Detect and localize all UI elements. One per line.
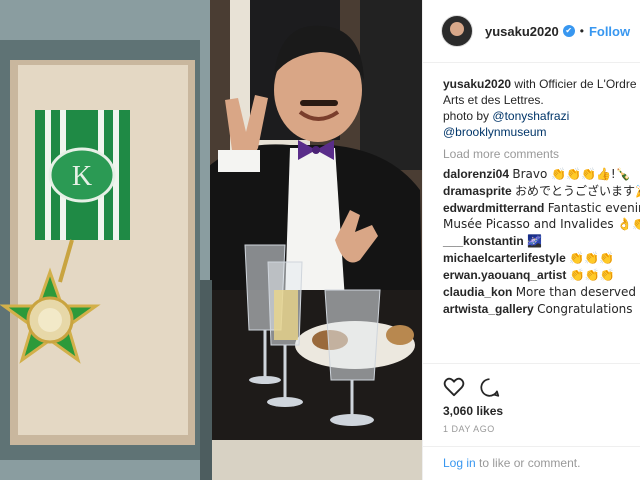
separator-dot: • (579, 24, 584, 38)
comment-username[interactable]: erwan.yaouanq_artist (443, 268, 566, 282)
comments-list: yusaku2020 with Officier de L'Ordre des … (443, 76, 640, 318)
comment-username[interactable]: claudia_kon (443, 285, 512, 299)
like-heart-icon[interactable] (443, 377, 465, 398)
photo-illustration: K (0, 0, 422, 480)
login-prompt-text: to like or comment. (479, 456, 581, 470)
comment-text: More than deserved 👏👏👏 (515, 285, 640, 299)
comment-text: Congratulations 🎖🎖 (537, 302, 640, 316)
post-timestamp: 1 DAY AGO (443, 424, 495, 434)
post-actions: 3,060 likes 1 DAY AGO Log in to like or … (423, 363, 640, 480)
caption-username[interactable]: yusaku2020 (443, 77, 511, 91)
comment-item: michaelcarterlifestyle 👏👏👏 (443, 250, 640, 266)
comment-item: dramasprite おめでとうございます🎉🍾 (443, 183, 640, 199)
comment-username[interactable]: michaelcarterlifestyle (443, 251, 566, 265)
caption-photo-by: photo by (443, 109, 490, 123)
mention-link[interactable]: @tonyshafrazi (492, 109, 569, 123)
comment-item: ___konstantin 🌌 (443, 233, 640, 249)
comment-username[interactable]: dramasprite (443, 184, 512, 198)
comment-username[interactable]: dalorenzi04 (443, 167, 509, 181)
login-prompt: Log in to like or comment. (423, 446, 640, 480)
comment-item: artwista_gallery Congratulations 🎖🎖 (443, 301, 640, 317)
comment-item: edwardmitterrand Fantastic evening at Mu… (443, 200, 640, 232)
comment-text: 👏👏👏 (569, 251, 614, 265)
comment-item: erwan.yaouanq_artist 👏👏👏 (443, 267, 640, 283)
comment-username[interactable]: artwista_gallery (443, 302, 534, 316)
post-caption: yusaku2020 with Officier de L'Ordre des … (443, 76, 640, 140)
comment-text: 👏👏👏 (569, 268, 615, 282)
verified-badge-icon: ✔ (562, 25, 575, 37)
comment-item: dalorenzi04 Bravo 👏👏👏👍!🍾 (443, 166, 640, 182)
post-photo: K (0, 0, 422, 480)
comment-text: おめでとうございます🎉🍾 (515, 184, 640, 198)
post-username[interactable]: yusaku2020 (485, 24, 559, 39)
comment-text: Bravo 👏👏👏👍!🍾 (512, 167, 631, 181)
comment-username[interactable]: edwardmitterrand (443, 201, 544, 215)
comment-item: claudia_kon More than deserved 👏👏👏 (443, 284, 640, 300)
comment-bubble-icon[interactable] (479, 377, 500, 398)
avatar[interactable] (441, 15, 473, 47)
comment-text: 🌌 (527, 234, 542, 248)
post-header: yusaku2020 ✔ • Follow (423, 0, 640, 63)
post-sidebar: yusaku2020 ✔ • Follow yusaku2020 with Of… (422, 0, 640, 480)
login-link[interactable]: Log in (443, 456, 476, 470)
svg-text:K: K (72, 161, 92, 192)
mention-link[interactable]: @brooklynmuseum (443, 125, 547, 139)
likes-count[interactable]: 3,060 likes (443, 404, 503, 418)
load-more-comments-link[interactable]: Load more comments (443, 146, 640, 162)
action-icons (443, 377, 500, 398)
follow-button[interactable]: Follow (589, 24, 630, 39)
comment-username[interactable]: ___konstantin (443, 234, 524, 248)
